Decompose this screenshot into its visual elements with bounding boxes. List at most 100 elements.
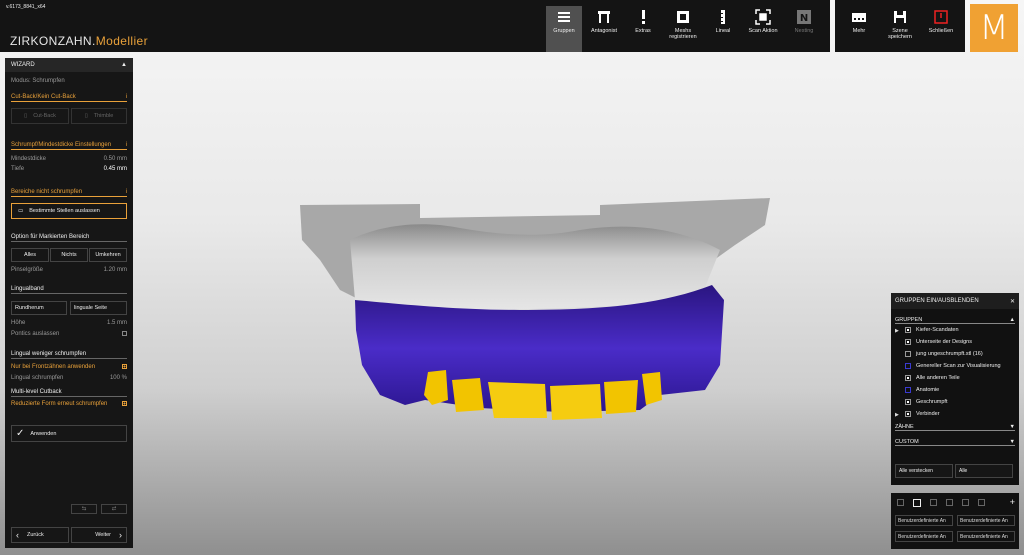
chevron-left-icon: ‹ bbox=[16, 530, 19, 540]
visibility-checkbox[interactable] bbox=[905, 387, 911, 393]
depth-value[interactable]: 0.45 mm bbox=[104, 166, 127, 172]
brush-size-label: Pinselgröße bbox=[11, 267, 44, 273]
around-button[interactable]: Rundherum bbox=[11, 301, 67, 315]
wizard-header[interactable]: WIZARD ▲ bbox=[5, 58, 133, 72]
view-preset-icon[interactable] bbox=[897, 499, 904, 506]
tool-szene-speichern-button[interactable]: Szene speichern bbox=[883, 6, 917, 52]
section-title: Cut-Back/Kein Cut-Back bbox=[11, 94, 76, 100]
visibility-checkbox[interactable] bbox=[905, 351, 911, 357]
custom-section-header[interactable]: CUSTOM ▼ bbox=[895, 439, 1015, 446]
ruler-icon bbox=[715, 9, 731, 25]
tool-mehr-button[interactable]: Mehr bbox=[845, 6, 873, 52]
scan-icon bbox=[755, 9, 771, 25]
pontics-checkbox[interactable] bbox=[122, 331, 127, 336]
group-item[interactable]: Alle anderen Teile bbox=[905, 375, 960, 381]
pontics-row[interactable]: Pontics auslassen bbox=[11, 331, 127, 337]
visibility-checkbox[interactable] bbox=[905, 327, 911, 333]
expand-arrow-icon[interactable]: ▶ bbox=[895, 328, 899, 334]
height-value[interactable]: 1.5 mm bbox=[107, 320, 127, 326]
brush-size-row[interactable]: Pinselgröße 1.20 mm bbox=[11, 267, 127, 273]
depth-row[interactable]: Tiefe 0.45 mm bbox=[11, 166, 127, 172]
section-title: ZÄHNE bbox=[895, 424, 914, 430]
tool-label: Meshs registrieren bbox=[669, 28, 697, 40]
section-title: Schrumpf/Mindestdicke Einstellungen bbox=[11, 142, 112, 148]
min-thickness-number: 0.50 bbox=[103, 156, 116, 162]
info-icon[interactable]: i bbox=[126, 94, 127, 100]
view-preset-icon[interactable] bbox=[962, 499, 969, 506]
group-item-label: Verbinder bbox=[916, 411, 940, 417]
tool-meshs-registrieren-button[interactable]: Meshs registrieren bbox=[664, 6, 702, 52]
custom-view-button[interactable]: Benutzerdefinierte An bbox=[895, 531, 953, 542]
select-all-button[interactable]: Alles bbox=[11, 248, 49, 262]
tool-extras-button[interactable]: Extras bbox=[630, 6, 656, 52]
undo-icon: ⇆ bbox=[81, 506, 87, 512]
show-all-button[interactable]: Alle bbox=[955, 464, 1013, 478]
group-item[interactable]: Anatomie bbox=[905, 387, 939, 393]
lingual-shrink-number: 100 bbox=[109, 375, 120, 381]
redo-button[interactable]: ⇄ bbox=[101, 504, 127, 514]
tool-gruppen-button[interactable]: Gruppen bbox=[546, 6, 582, 52]
front-only-row[interactable]: Nur bei Frontzähnen anwenden bbox=[11, 364, 127, 370]
reduced-form-row[interactable]: Reduzierte Form erneut schrumpfen bbox=[11, 401, 127, 407]
group-item[interactable]: jung ungeschrumpft.stl (16) bbox=[905, 351, 983, 357]
mesh-register-icon bbox=[675, 9, 691, 25]
front-only-label: Nur bei Frontzähnen anwenden bbox=[11, 364, 96, 370]
undo-button[interactable]: ⇆ bbox=[71, 504, 97, 514]
lingual-side-button[interactable]: linguale Seite bbox=[70, 301, 127, 315]
wizard-panel: WIZARD ▲ Modus: Schrumpfen Cut-Back/Kein… bbox=[5, 58, 133, 548]
custom-view-button[interactable]: Benutzerdefinierte An bbox=[957, 531, 1015, 542]
back-button[interactable]: ‹ Zurück bbox=[11, 527, 69, 543]
group-item[interactable]: Genereller Scan zur Visualisierung bbox=[905, 363, 1001, 369]
group-item[interactable]: Unterseite der Designs bbox=[905, 339, 972, 345]
hide-all-button[interactable]: Alle verstecken bbox=[895, 464, 953, 478]
apply-button[interactable]: ✓ Anwenden bbox=[11, 425, 127, 442]
exclude-areas-button[interactable]: ▭ Bestimmte Stellen auslassen bbox=[11, 203, 127, 219]
select-none-button[interactable]: Nichts bbox=[50, 248, 88, 262]
view-preset-icon[interactable] bbox=[930, 499, 937, 506]
tool-nesting-button[interactable]: N Nesting bbox=[788, 6, 820, 52]
info-icon[interactable]: i bbox=[126, 189, 127, 195]
visibility-checkbox[interactable] bbox=[905, 375, 911, 381]
visibility-checkbox[interactable] bbox=[905, 339, 911, 345]
view-preset-icon[interactable] bbox=[913, 499, 921, 507]
collapse-arrow-icon[interactable]: ▲ bbox=[121, 62, 127, 68]
visibility-checkbox[interactable] bbox=[905, 411, 911, 417]
lingual-shrink-row[interactable]: Lingual schrumpfen 100 % bbox=[11, 375, 127, 381]
info-icon[interactable]: i bbox=[126, 142, 127, 148]
groups-section-header[interactable]: GRUPPEN ▲ bbox=[895, 317, 1015, 324]
teeth-section-header[interactable]: ZÄHNE ▼ bbox=[895, 424, 1015, 431]
cutback-button[interactable]: ▯ Cut-Back bbox=[11, 108, 69, 124]
min-thickness-row[interactable]: Mindestdicke 0.50 mm bbox=[11, 156, 127, 162]
visibility-checkbox[interactable] bbox=[905, 363, 911, 369]
group-item[interactable]: Kiefer-Scandaten bbox=[905, 327, 959, 333]
dental-model[interactable] bbox=[0, 0, 1024, 555]
next-button[interactable]: Weiter › bbox=[71, 527, 127, 543]
custom-view-button[interactable]: Benutzerdefinierte An bbox=[895, 515, 953, 526]
3d-viewport[interactable] bbox=[0, 0, 1024, 555]
group-item[interactable]: Geschrumpft bbox=[905, 399, 947, 405]
expand-arrow-icon[interactable]: ▶ bbox=[895, 412, 899, 418]
tool-lineal-button[interactable]: Lineal bbox=[708, 6, 738, 52]
thimble-button[interactable]: ▯ Thimble bbox=[71, 108, 127, 124]
multilevel-section-header: Multi-level Cutback bbox=[11, 389, 127, 397]
close-icon[interactable]: ✕ bbox=[1010, 298, 1015, 305]
front-only-checkbox[interactable] bbox=[122, 364, 127, 369]
antagonist-icon bbox=[596, 9, 612, 25]
min-thickness-value[interactable]: 0.50 mm bbox=[104, 156, 127, 162]
height-row[interactable]: Höhe 1.5 mm bbox=[11, 320, 127, 326]
reduced-form-checkbox[interactable] bbox=[122, 401, 127, 406]
visibility-checkbox[interactable] bbox=[905, 399, 911, 405]
lingual-shrink-value[interactable]: 100 % bbox=[110, 375, 127, 381]
tool-antagonist-button[interactable]: Antagonist bbox=[586, 6, 622, 52]
custom-view-button[interactable]: Benutzerdefinierte An bbox=[957, 515, 1015, 526]
view-preset-icon[interactable] bbox=[978, 499, 985, 506]
invert-selection-button[interactable]: Umkehren bbox=[89, 248, 127, 262]
tool-scan-aktion-button[interactable]: Scan Aktion bbox=[744, 6, 782, 52]
add-view-icon[interactable]: + bbox=[1010, 497, 1015, 507]
height-number: 1.5 bbox=[106, 320, 116, 326]
view-preset-icon[interactable] bbox=[946, 499, 953, 506]
tool-schliessen-button[interactable]: Schließen bbox=[925, 6, 957, 52]
tool-label: Lineal bbox=[715, 28, 731, 34]
group-item[interactable]: Verbinder bbox=[905, 411, 940, 417]
brush-size-value[interactable]: 1.20 mm bbox=[104, 267, 127, 273]
